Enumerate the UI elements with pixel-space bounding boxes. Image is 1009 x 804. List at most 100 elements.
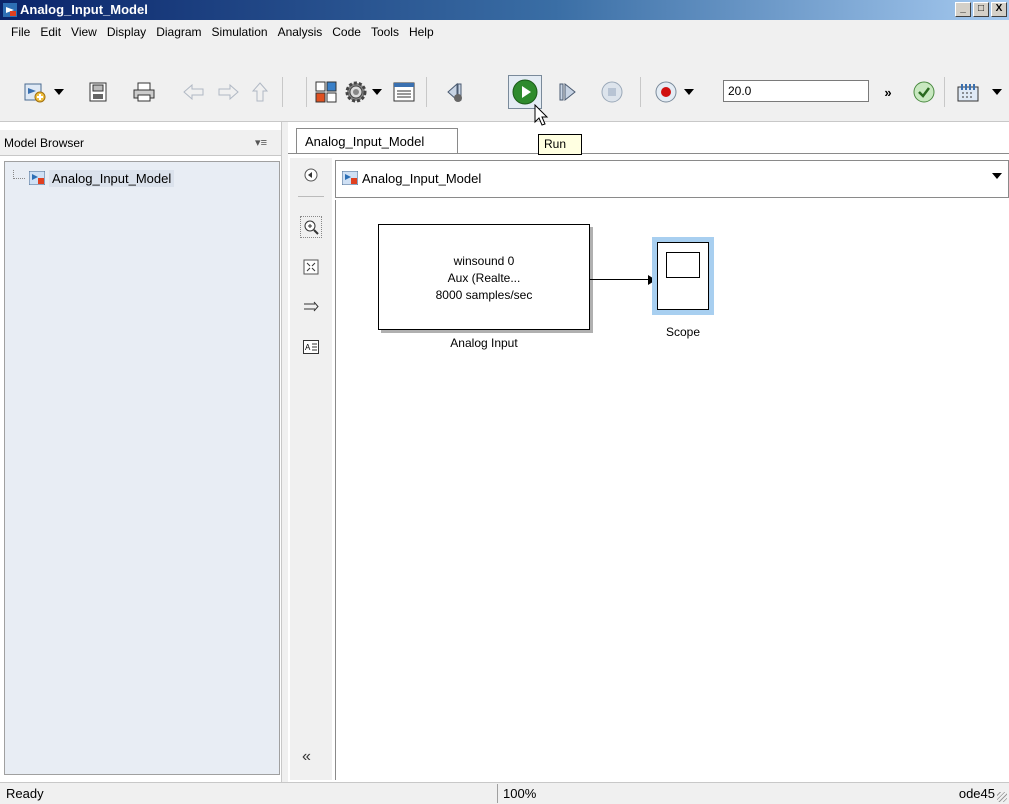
- forward-button[interactable]: [214, 78, 242, 106]
- fit-view-icon: [303, 259, 319, 275]
- analog-input-channel: Aux (Realte...: [447, 271, 521, 285]
- scope-label[interactable]: Scope: [652, 325, 714, 339]
- navigate-icon: [304, 168, 318, 182]
- menu-edit[interactable]: Edit: [35, 25, 66, 39]
- diagram-canvas[interactable]: winsound 0 Aux (Realte... 8000 samples/s…: [335, 200, 1009, 780]
- back-arrow-icon: [183, 84, 204, 100]
- zoom-level: 100%: [497, 784, 957, 803]
- library-browser-icon: [315, 81, 337, 103]
- zoom-button[interactable]: [300, 216, 322, 238]
- chevron-down-icon: [992, 89, 1002, 95]
- step-back-icon: [447, 82, 462, 102]
- status-bar: Ready 100% ode45: [0, 782, 1009, 804]
- model-settings-icon: [345, 81, 367, 103]
- build-dropdown[interactable]: [990, 78, 1004, 106]
- new-model-button[interactable]: [22, 78, 50, 106]
- step-forward-button[interactable]: [554, 78, 582, 106]
- build-icon: [957, 84, 979, 102]
- solver-name[interactable]: ode45: [959, 786, 995, 801]
- run-icon: [512, 79, 538, 105]
- scope-block[interactable]: [657, 242, 709, 310]
- print-button[interactable]: [130, 78, 158, 106]
- print-icon: [133, 82, 155, 102]
- build-button[interactable]: [954, 78, 982, 106]
- menu-display[interactable]: Display: [102, 25, 151, 39]
- stop-icon: [601, 81, 623, 103]
- model-settings-dropdown[interactable]: [370, 78, 384, 106]
- fit-to-view-button[interactable]: [300, 256, 322, 278]
- menu-file[interactable]: File: [6, 25, 35, 39]
- menu-code[interactable]: Code: [327, 25, 366, 39]
- menu-analysis[interactable]: Analysis: [273, 25, 328, 39]
- title-bar[interactable]: Analog_Input_Model _ □ X: [0, 0, 1009, 20]
- save-icon: [89, 82, 107, 102]
- panel-splitter[interactable]: [281, 122, 288, 782]
- up-arrow-icon: [252, 82, 268, 102]
- model-browser-tree: Analog_Input_Model: [4, 161, 280, 775]
- chevron-down-icon: [54, 89, 64, 95]
- analog-input-label[interactable]: Analog Input: [378, 336, 590, 350]
- model-icon: [29, 171, 45, 185]
- menu-simulation[interactable]: Simulation: [207, 25, 273, 39]
- status-text: Ready: [6, 786, 44, 801]
- library-browser-button[interactable]: [312, 78, 340, 106]
- new-model-dropdown[interactable]: [52, 78, 66, 106]
- back-button[interactable]: [180, 78, 208, 106]
- check-icon: [913, 81, 935, 103]
- forward-arrow-icon: [218, 84, 239, 100]
- stop-time-input[interactable]: 20.0: [723, 80, 869, 102]
- collapse-palette-button[interactable]: «: [302, 748, 311, 766]
- scope-screen-icon: [666, 252, 700, 278]
- step-forward-icon: [559, 82, 576, 102]
- up-button[interactable]: [246, 78, 274, 106]
- menu-diagram[interactable]: Diagram: [151, 25, 206, 39]
- model-icon: [342, 171, 358, 185]
- analog-input-block[interactable]: winsound 0 Aux (Realte... 8000 samples/s…: [378, 224, 590, 330]
- stop-button[interactable]: [598, 78, 626, 106]
- model-browser-menu-button[interactable]: ▾≡: [255, 136, 267, 149]
- annotation-button[interactable]: A: [300, 336, 322, 358]
- simulink-app-icon: [3, 3, 17, 17]
- model-settings-button[interactable]: [342, 78, 370, 106]
- arrow-lines-icon: [304, 301, 319, 312]
- window-title: Analog_Input_Model: [20, 2, 148, 17]
- diagram-palette: A «: [290, 158, 332, 780]
- signal-line[interactable]: [590, 279, 650, 280]
- zoom-icon: [304, 220, 319, 235]
- more-toolbar-button[interactable]: »: [880, 78, 896, 106]
- hide-show-explorer-button[interactable]: [300, 164, 322, 186]
- menu-view[interactable]: View: [66, 25, 102, 39]
- model-advisor-button[interactable]: [910, 78, 938, 106]
- signal-line-button[interactable]: [300, 296, 322, 318]
- address-bar[interactable]: Analog_Input_Model: [335, 160, 1009, 198]
- record-icon: [655, 81, 677, 103]
- tree-node-label: Analog_Input_Model: [49, 169, 175, 187]
- tree-node-model[interactable]: Analog_Input_Model: [13, 168, 175, 188]
- run-tooltip: Run: [538, 134, 582, 155]
- address-path: Analog_Input_Model: [362, 171, 482, 186]
- menu-help[interactable]: Help: [404, 25, 439, 39]
- menu-bar: File Edit View Display Diagram Simulatio…: [0, 20, 1009, 44]
- tab-analog-input-model[interactable]: Analog_Input_Model: [296, 128, 458, 154]
- record-dropdown[interactable]: [682, 78, 696, 106]
- save-button[interactable]: [84, 78, 112, 106]
- step-back-button[interactable]: [440, 78, 468, 106]
- maximize-button[interactable]: □: [973, 2, 989, 17]
- annotation-icon: A: [303, 340, 319, 354]
- menu-tools[interactable]: Tools: [366, 25, 404, 39]
- tree-connector: [13, 169, 25, 179]
- close-button[interactable]: X: [991, 2, 1007, 17]
- model-explorer-button[interactable]: [390, 78, 418, 106]
- chevron-down-icon: [372, 89, 382, 95]
- new-model-icon: [24, 83, 46, 103]
- resize-grip[interactable]: [997, 792, 1007, 802]
- chevron-down-icon: [684, 89, 694, 95]
- record-button[interactable]: [652, 78, 680, 106]
- minimize-button[interactable]: _: [955, 2, 971, 17]
- analog-input-device: winsound 0: [453, 254, 515, 268]
- model-browser-title: Model Browser: [4, 136, 85, 150]
- mouse-cursor-icon: [534, 104, 549, 126]
- chevron-down-icon[interactable]: [992, 173, 1002, 179]
- toolbar: 20.0 »: [0, 44, 1009, 122]
- model-browser-header: Model Browser ▾≡: [0, 130, 281, 156]
